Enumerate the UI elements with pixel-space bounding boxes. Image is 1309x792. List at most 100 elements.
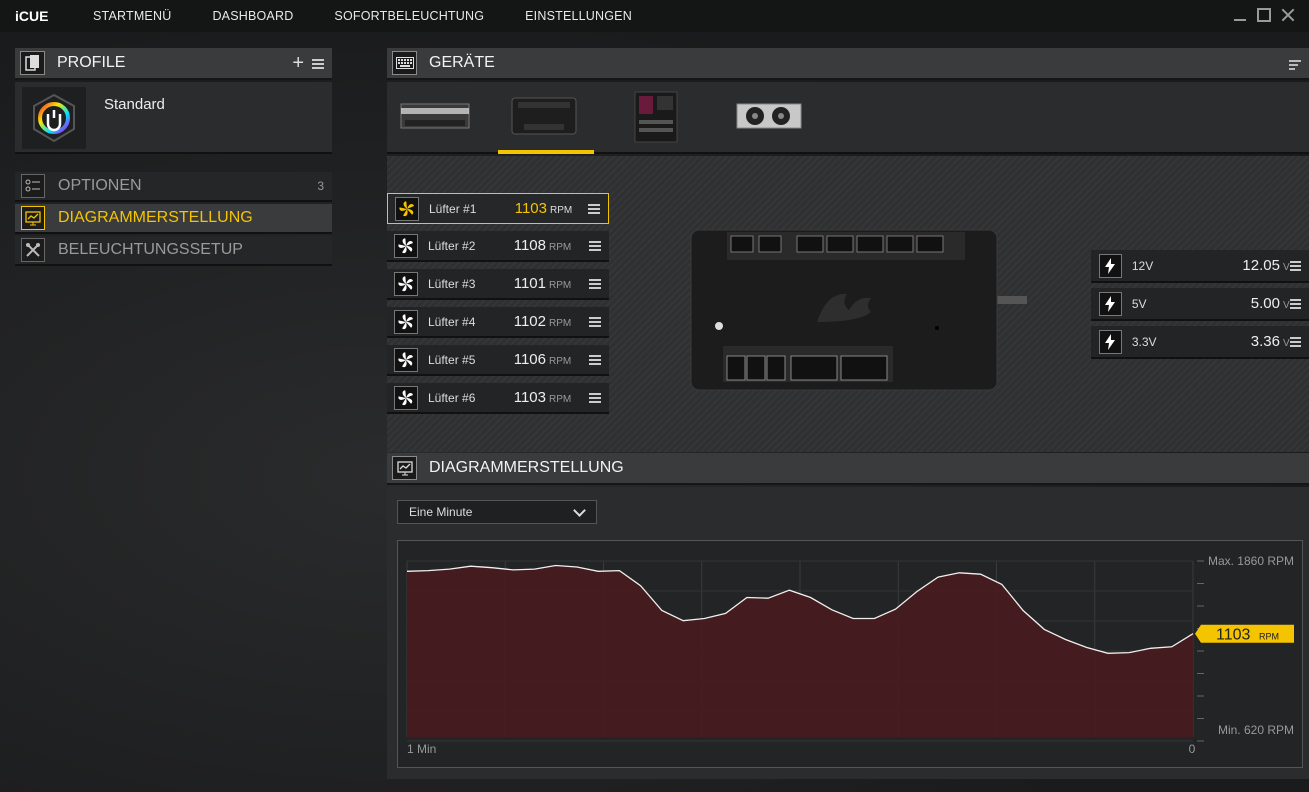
monitor-chart-icon	[21, 206, 45, 230]
voltage-5v-value: 5.00	[1250, 295, 1280, 312]
fan-icon	[394, 347, 418, 372]
device-tab-fan-controller[interactable]	[498, 82, 594, 154]
device-tab-graphics-card[interactable]	[721, 82, 817, 154]
monitor-chart-icon	[392, 456, 417, 480]
devices-header: GERÄTE	[387, 48, 1309, 80]
fan-2-name: Lüfter #2	[428, 238, 476, 253]
chart-xlabel-left: 1 Min	[407, 742, 436, 756]
sidebar-item-options[interactable]: OPTIONEN 3	[15, 172, 332, 202]
fan-1-rpm: 1103	[514, 200, 547, 217]
lightning-icon	[1099, 291, 1122, 316]
window-controls	[1233, 8, 1295, 22]
main-nav: STARTMENÜ DASHBOARD SOFORTBELEUCHTUNG EI…	[93, 9, 673, 23]
profile-item-standard[interactable]: Standard	[15, 82, 332, 154]
voltage-12v-row[interactable]: 12V 12.05 V	[1091, 250, 1309, 283]
fan-icon	[394, 233, 418, 258]
fan-3-row[interactable]: Lüfter #3 1101 RPM	[387, 269, 609, 300]
voltage-3v3-menu-icon[interactable]	[1289, 336, 1302, 347]
fan-icon	[394, 309, 418, 334]
sidebar-item-lighting-setup[interactable]: BELEUCHTUNGSSETUP	[15, 236, 332, 266]
device-tab-motherboard[interactable]	[609, 82, 705, 154]
chart-xlabel-right: 0	[1189, 742, 1196, 756]
profile-menu-icon[interactable]	[312, 59, 324, 69]
voltage-12v-name: 12V	[1131, 258, 1154, 273]
fan-4-menu-icon[interactable]	[589, 316, 601, 327]
keyboard-icon	[392, 51, 417, 75]
time-range-value: Eine Minute	[409, 505, 473, 519]
maximize-icon[interactable]	[1257, 8, 1271, 22]
fan-1-row[interactable]: Lüfter #1 1103 RPM	[387, 193, 609, 224]
chevron-down-icon	[573, 504, 586, 517]
fan-icon	[394, 271, 418, 296]
fan-6-row[interactable]: Lüfter #6 1103 RPM	[387, 383, 609, 414]
devices-title: GERÄTE	[429, 54, 495, 71]
nav-dashboard[interactable]: DASHBOARD	[212, 9, 293, 23]
chart-ymax-label: Max. 1860 RPM	[1208, 554, 1294, 568]
fan-5-menu-icon[interactable]	[589, 354, 601, 365]
nav-startmenu[interactable]: STARTMENÜ	[93, 9, 171, 23]
chart-ymin-label: Min. 620 RPM	[1218, 723, 1294, 737]
sidebar-label-lighting-setup: BELEUCHTUNGSSETUP	[58, 241, 243, 258]
profile-title: PROFILE	[57, 54, 126, 71]
fan-3-rpm: 1101	[513, 275, 546, 292]
chart-right-ticks	[1197, 560, 1204, 742]
sidebar-label-options: OPTIONEN	[58, 177, 142, 194]
device-tab-memory[interactable]	[395, 82, 491, 154]
fan-2-menu-icon[interactable]	[589, 240, 601, 251]
fan-4-row[interactable]: Lüfter #4 1102 RPM	[387, 307, 609, 338]
time-range-select[interactable]: Eine Minute	[397, 500, 597, 524]
fan-5-row[interactable]: Lüfter #5 1106 RPM	[387, 345, 609, 376]
current-rpm-unit: RPM	[1259, 632, 1279, 642]
nav-settings[interactable]: EINSTELLUNGEN	[525, 9, 632, 23]
fan-2-unit: RPM	[549, 242, 572, 253]
voltage-5v-name: 5V	[1131, 296, 1147, 311]
rpm-chart: Max. 1860 RPM Min. 620 RPM 1 Min 0 1103 …	[406, 554, 1294, 756]
tools-icon	[21, 238, 45, 262]
fan-6-menu-icon[interactable]	[589, 392, 601, 403]
devices-sort-icon[interactable]	[1289, 60, 1301, 70]
voltage-12v-unit: V	[1282, 262, 1290, 273]
lightning-icon	[1099, 329, 1122, 354]
current-rpm-value: 1103	[1216, 627, 1251, 644]
diagram-header: DIAGRAMMERSTELLUNG	[387, 453, 1309, 485]
fan-4-name: Lüfter #4	[428, 314, 476, 329]
voltage-5v-row[interactable]: 5V 5.00 V	[1091, 288, 1309, 321]
options-icon	[21, 174, 45, 198]
fan-1-menu-icon[interactable]	[588, 203, 600, 214]
voltage-12v-menu-icon[interactable]	[1289, 260, 1302, 271]
nav-instant-lighting[interactable]: SOFORTBELEUCHTUNG	[334, 9, 484, 23]
profile-header: PROFILE +	[15, 48, 332, 80]
graphics-card-icon	[736, 103, 802, 129]
fan-5-unit: RPM	[549, 356, 572, 367]
device-tabs	[387, 82, 1309, 154]
close-icon[interactable]	[1281, 8, 1295, 22]
app-logo: iCUE	[15, 8, 49, 24]
commander-pro-device	[690, 229, 1027, 391]
memory-module-icon	[400, 103, 470, 129]
icue-window: iCUE STARTMENÜ DASHBOARD SOFORTBELEUCHTU…	[0, 0, 1309, 792]
fan-1-name: Lüfter #1	[429, 201, 477, 216]
fan-2-row[interactable]: Lüfter #2 1108 RPM	[387, 231, 609, 262]
profile-logo-icon	[22, 87, 86, 149]
fan-6-rpm: 1103	[513, 389, 546, 406]
fan-3-unit: RPM	[549, 280, 572, 291]
add-profile-button[interactable]: +	[292, 52, 304, 75]
voltage-5v-unit: V	[1282, 300, 1290, 311]
voltage-3v3-row[interactable]: 3.3V 3.36 V	[1091, 326, 1309, 359]
motherboard-icon	[634, 91, 678, 143]
fan-icon	[394, 385, 418, 410]
fan-5-rpm: 1106	[513, 351, 546, 368]
minimize-icon[interactable]	[1233, 8, 1247, 22]
diagram-panel: Eine Minute Max. 1860 RPM Min. 620 RPM 1…	[387, 487, 1309, 779]
sidebar-label-diagram: DIAGRAMMERSTELLUNG	[58, 209, 253, 226]
fan-3-menu-icon[interactable]	[589, 278, 601, 289]
voltage-3v3-value: 3.36	[1250, 333, 1280, 350]
rpm-chart-box: Max. 1860 RPM Min. 620 RPM 1 Min 0 1103 …	[397, 540, 1303, 768]
fan-3-name: Lüfter #3	[428, 276, 476, 291]
sidebar-item-diagram[interactable]: DIAGRAMMERSTELLUNG	[15, 204, 332, 234]
fan-icon	[395, 196, 419, 221]
voltage-3v3-unit: V	[1282, 338, 1290, 349]
fan-6-name: Lüfter #6	[428, 390, 476, 405]
options-count-badge: 3	[317, 179, 324, 193]
voltage-5v-menu-icon[interactable]	[1289, 298, 1302, 309]
